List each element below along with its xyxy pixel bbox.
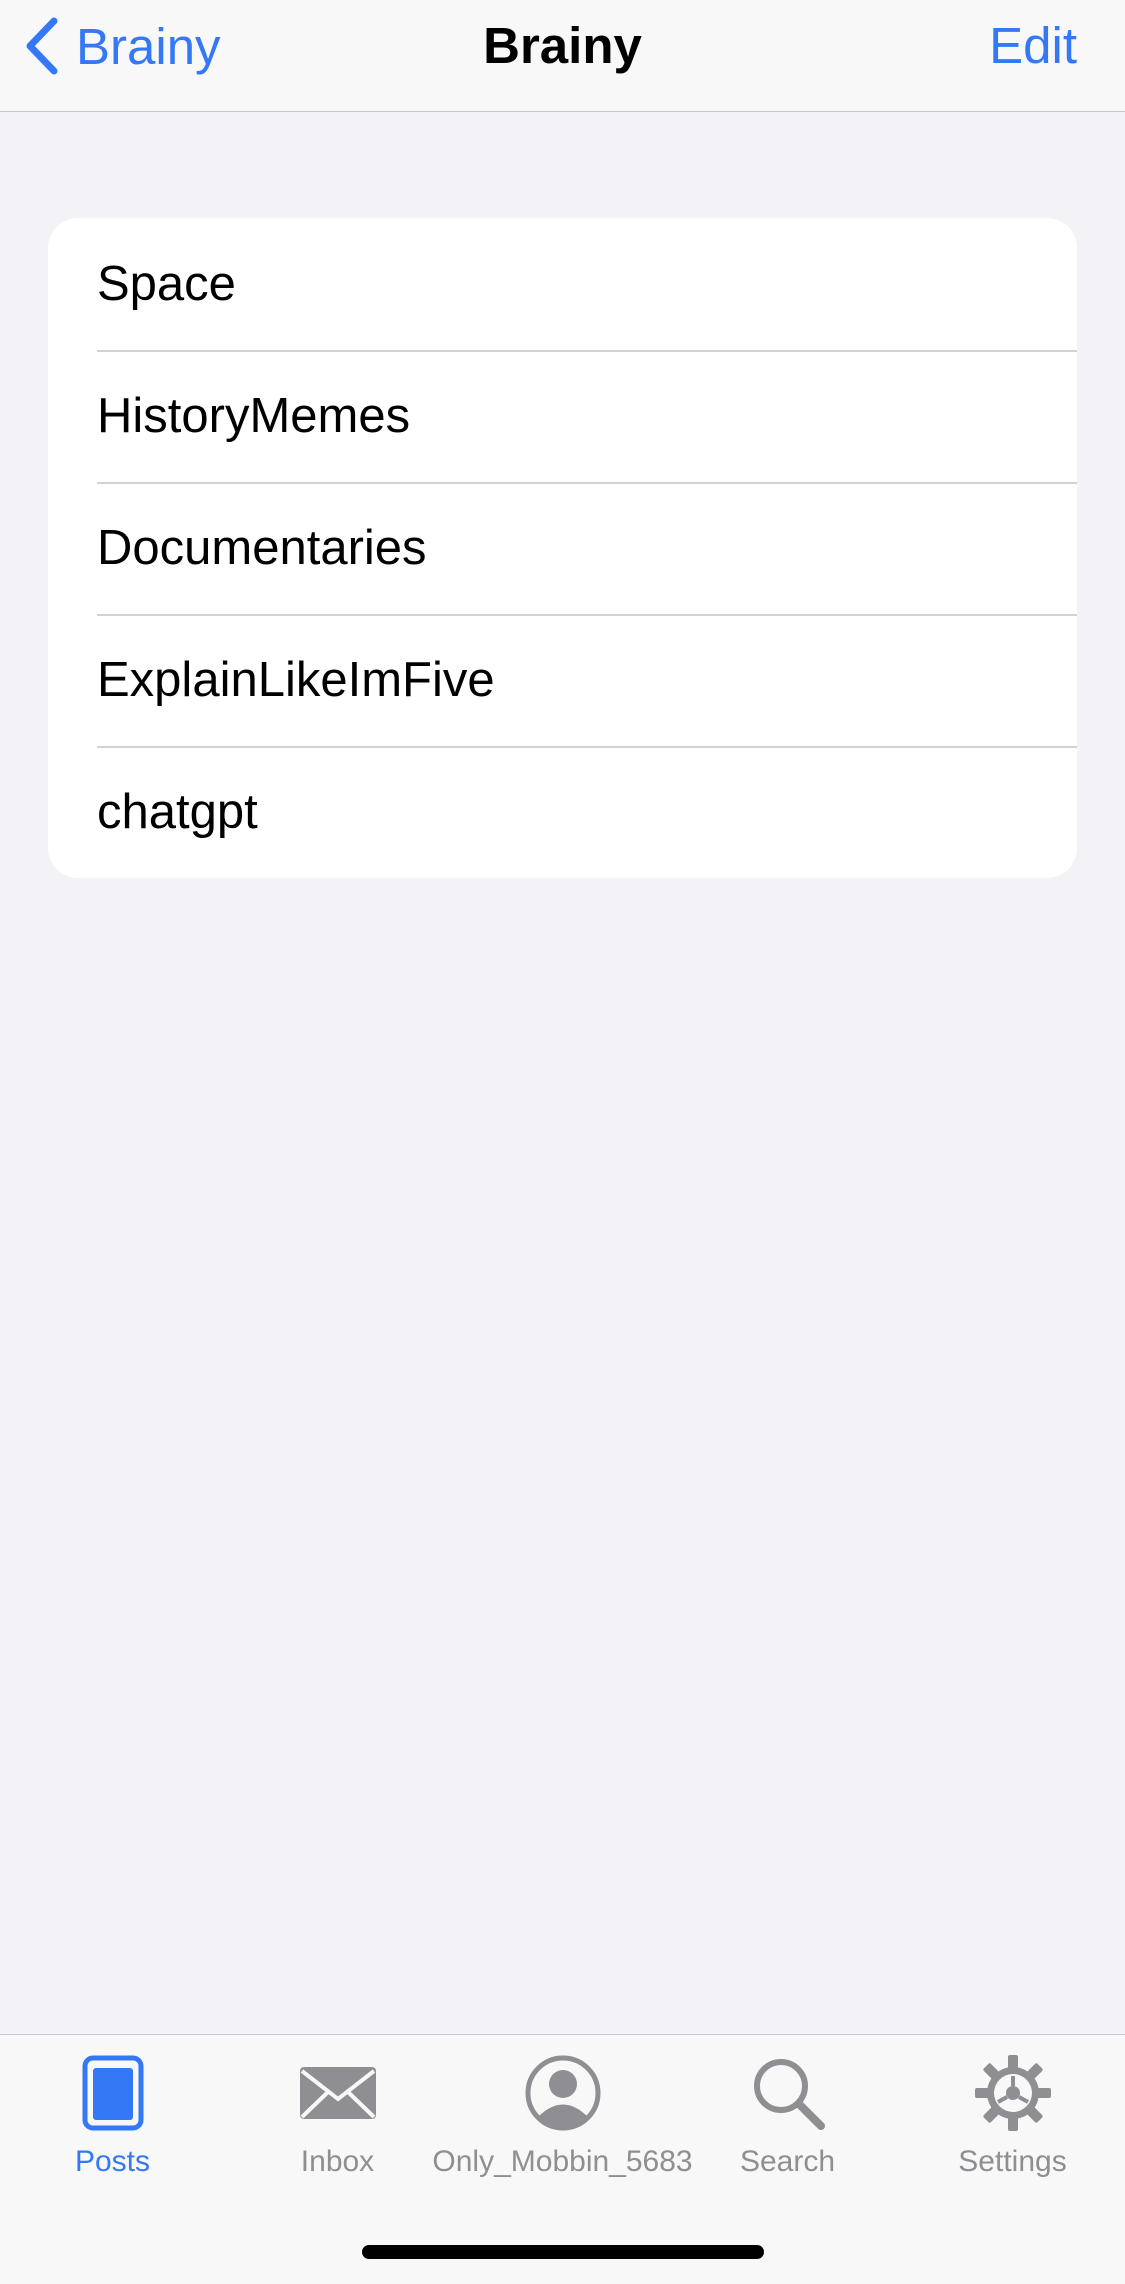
list-item-chatgpt[interactable]: chatgpt (48, 746, 1077, 878)
navigation-bar: Brainy Brainy Edit (0, 0, 1125, 112)
list-item-historymemes[interactable]: HistoryMemes (48, 350, 1077, 482)
envelope-icon (298, 2053, 378, 2133)
list-item-label: Space (97, 257, 236, 311)
tab-label: Posts (74, 2145, 151, 2178)
tab-settings[interactable]: Settings (900, 2053, 1125, 2203)
list-item-label: HistoryMemes (97, 389, 411, 443)
profile-icon (523, 2053, 603, 2133)
tab-search[interactable]: Search (675, 2053, 900, 2203)
tab-inbox[interactable]: Inbox (225, 2053, 450, 2203)
page-title: Brainy (483, 17, 642, 74)
screen: Brainy Brainy Edit Space HistoryMemes Do… (0, 0, 1125, 2284)
home-indicator (362, 2245, 764, 2259)
list-item-label: chatgpt (97, 785, 258, 839)
subreddit-list: Space HistoryMemes Documentaries Explain… (48, 218, 1077, 878)
tab-profile[interactable]: Only_Mobbin_5683 (432, 2053, 693, 2203)
tab-label: Search (739, 2145, 836, 2178)
list-item-label: Documentaries (97, 521, 427, 575)
list-item-label: ExplainLikeImFive (97, 653, 495, 707)
gear-icon (973, 2053, 1053, 2133)
tab-label: Inbox (300, 2145, 375, 2178)
tab-label: Only_Mobbin_5683 (432, 2145, 693, 2178)
search-icon (748, 2053, 828, 2133)
tab-posts[interactable]: Posts (0, 2053, 225, 2203)
tab-label: Settings (958, 2145, 1067, 2178)
posts-icon (73, 2053, 153, 2133)
list-item-explainlikeimfive[interactable]: ExplainLikeImFive (48, 614, 1077, 746)
list-item-space[interactable]: Space (48, 218, 1077, 350)
list-item-documentaries[interactable]: Documentaries (48, 482, 1077, 614)
edit-button[interactable]: Edit (989, 14, 1077, 78)
